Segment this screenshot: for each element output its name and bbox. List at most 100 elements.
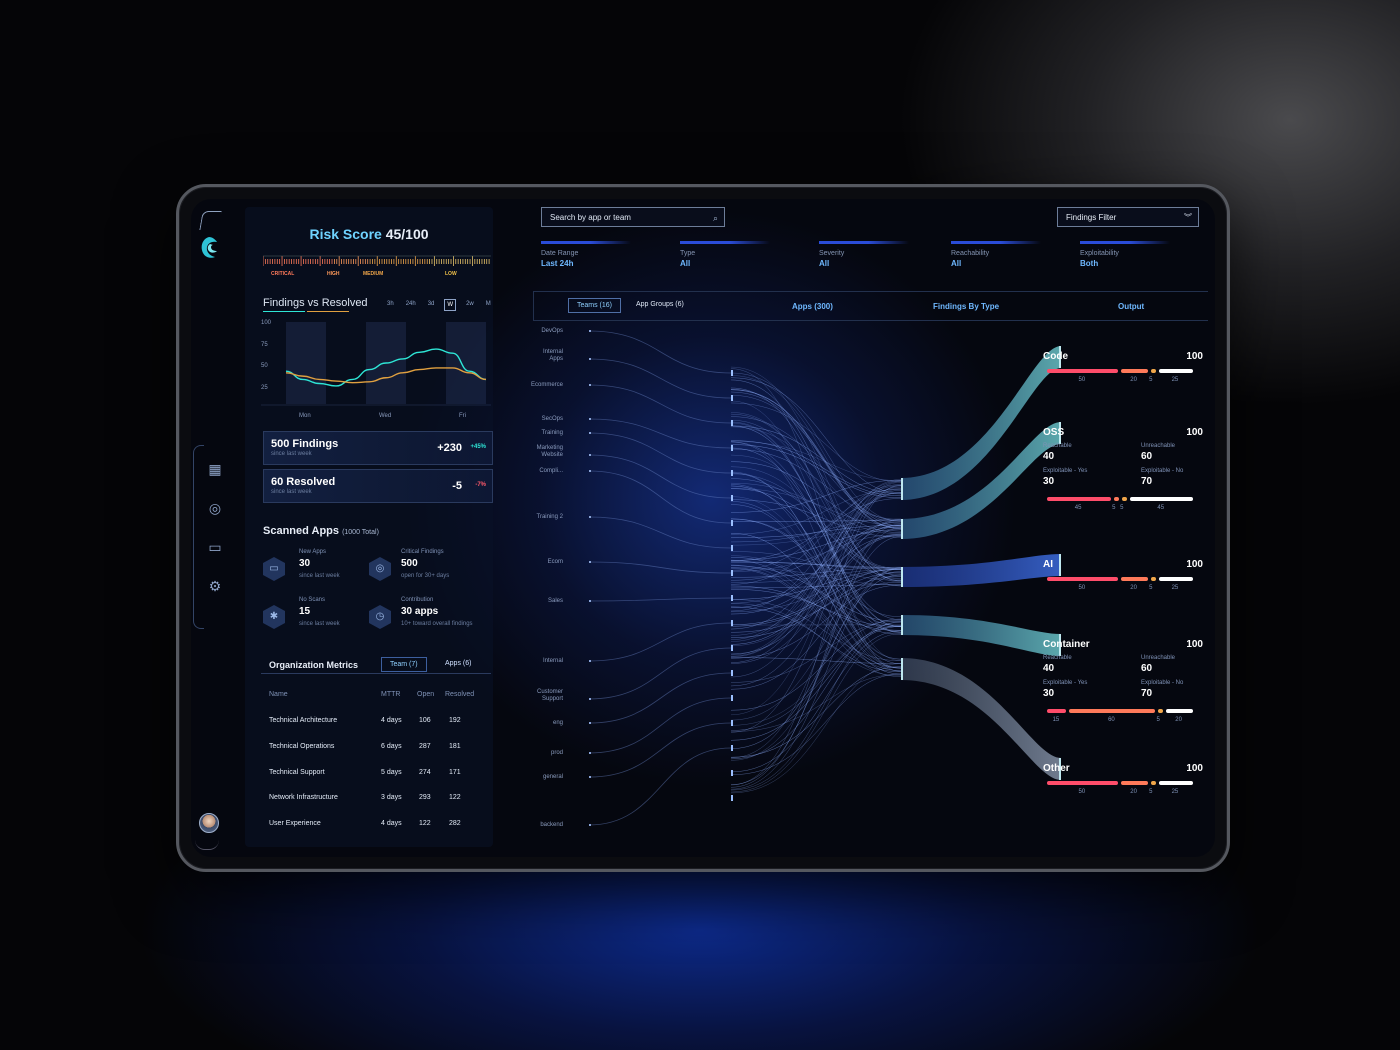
team-label[interactable]: backend xyxy=(513,822,563,829)
range-3h[interactable]: 3h xyxy=(385,299,396,311)
app-node[interactable] xyxy=(901,478,903,500)
app-group-node[interactable] xyxy=(731,770,733,776)
source-link xyxy=(588,747,732,826)
findings-count: 500 Findings xyxy=(271,438,339,450)
findings-sankey-diagram xyxy=(588,330,1061,826)
tab-team[interactable]: Team (7) xyxy=(381,657,427,672)
team-label[interactable]: Customer Support xyxy=(513,689,563,703)
team-label[interactable]: Ecom xyxy=(513,559,563,566)
team-label[interactable]: eng xyxy=(513,720,563,727)
team-node[interactable] xyxy=(589,722,591,724)
app-group-node[interactable] xyxy=(731,420,733,426)
team-node[interactable] xyxy=(589,776,591,778)
col-name[interactable]: Name xyxy=(269,691,288,698)
cell-mttr: 5 days xyxy=(381,768,402,776)
app-group-node[interactable] xyxy=(731,620,733,626)
app-group-node[interactable] xyxy=(731,445,733,451)
findings-stat-card[interactable]: 500 Findings since last week +230 +45% xyxy=(263,431,493,465)
team-label[interactable]: Internal xyxy=(513,658,563,665)
output-name: Container xyxy=(1043,639,1090,650)
col-mttr[interactable]: MTTR xyxy=(381,691,400,698)
severity-count: 50 xyxy=(1078,789,1086,795)
col-resolved[interactable]: Resolved xyxy=(445,691,474,698)
team-node[interactable] xyxy=(589,752,591,754)
cell-name: Network Infrastructure xyxy=(269,794,338,802)
team-node[interactable] xyxy=(589,824,591,826)
bottom-decoration xyxy=(195,839,219,850)
team-node[interactable] xyxy=(589,432,591,434)
team-label[interactable]: Training 2 xyxy=(513,514,563,521)
target-icon[interactable]: ◎ xyxy=(207,500,223,516)
app-node[interactable] xyxy=(901,658,903,680)
severity-count: 5 xyxy=(1149,377,1153,383)
range-24h[interactable]: 24h xyxy=(404,299,418,311)
app-group-node[interactable] xyxy=(731,670,733,676)
team-label[interactable]: general xyxy=(513,774,563,781)
team-node[interactable] xyxy=(589,384,591,386)
team-node[interactable] xyxy=(589,660,591,662)
scanned-apps-label: Scanned Apps xyxy=(263,525,339,537)
team-node[interactable] xyxy=(589,454,591,456)
tab-apps[interactable]: Apps (6) xyxy=(437,657,479,670)
app-group-node[interactable] xyxy=(731,795,733,801)
team-node[interactable] xyxy=(589,600,591,602)
severity-count: 25 xyxy=(1171,585,1179,591)
col-open[interactable]: Open xyxy=(417,691,434,698)
app-group-node[interactable] xyxy=(731,570,733,576)
app-group-node[interactable] xyxy=(731,645,733,651)
user-avatar[interactable] xyxy=(199,813,219,833)
team-node[interactable] xyxy=(589,516,591,518)
app-group-node[interactable] xyxy=(731,745,733,751)
app-link xyxy=(730,387,902,581)
resolved-stat-card[interactable]: 60 Resolved since last week -5 -7% xyxy=(263,469,493,503)
brand-logo-icon[interactable] xyxy=(199,235,219,261)
app-node[interactable] xyxy=(901,615,903,635)
team-node[interactable] xyxy=(589,418,591,420)
risk-score-value: 45/100 xyxy=(385,226,429,242)
team-label[interactable]: Internal Apps xyxy=(513,349,563,363)
team-node[interactable] xyxy=(589,358,591,360)
app-link xyxy=(730,536,902,785)
app-group-node[interactable] xyxy=(731,395,733,401)
app-group-node[interactable] xyxy=(731,470,733,476)
settings-icon[interactable]: ⚙ xyxy=(207,578,223,594)
app-group-node[interactable] xyxy=(731,695,733,701)
severity-count: 5 xyxy=(1112,505,1116,511)
dashboard-screen: ▦ ◎ ▭ ⚙ Risk Score 45/100 CRITICAL HIGH … xyxy=(191,199,1215,857)
app-group-node[interactable] xyxy=(731,720,733,726)
finding-type-node[interactable] xyxy=(1059,554,1061,576)
team-label[interactable]: Sales xyxy=(513,598,563,605)
range-2w[interactable]: 2w xyxy=(464,299,476,311)
app-node[interactable] xyxy=(901,567,903,587)
team-label[interactable]: Training xyxy=(513,430,563,437)
app-group-node[interactable] xyxy=(731,595,733,601)
resolved-period: since last week xyxy=(271,489,312,495)
team-label[interactable]: Compli... xyxy=(513,468,563,475)
critical-findings-label: Critical Findings xyxy=(401,549,444,555)
app-node[interactable] xyxy=(901,519,903,539)
team-label[interactable]: prod xyxy=(513,750,563,757)
app-group-node[interactable] xyxy=(731,545,733,551)
org-metrics-header: Organization Metrics Team (7) Apps (6) xyxy=(261,655,491,674)
team-node[interactable] xyxy=(589,470,591,472)
app-link xyxy=(730,379,902,582)
range-m[interactable]: M xyxy=(484,299,493,311)
range-w[interactable]: W xyxy=(444,299,457,311)
team-label[interactable]: Marketing Website xyxy=(513,445,563,459)
team-label[interactable]: SecOps xyxy=(513,416,563,423)
app-group-node[interactable] xyxy=(731,370,733,376)
range-3d[interactable]: 3d xyxy=(426,299,437,311)
exploitable-no-label: Exploitable - No xyxy=(1141,468,1184,474)
team-node[interactable] xyxy=(589,698,591,700)
chart-band xyxy=(446,322,486,404)
severity-count: 60 xyxy=(1108,717,1115,723)
app-group-node[interactable] xyxy=(731,495,733,501)
window-icon[interactable]: ▭ xyxy=(207,539,223,555)
app-group-node[interactable] xyxy=(731,520,733,526)
team-node[interactable] xyxy=(589,330,591,332)
team-label[interactable]: Ecommerce xyxy=(513,382,563,389)
team-node[interactable] xyxy=(589,561,591,563)
team-label[interactable]: DevOps xyxy=(513,328,563,335)
output-name: AI xyxy=(1043,559,1053,570)
grid-icon[interactable]: ▦ xyxy=(207,461,223,477)
